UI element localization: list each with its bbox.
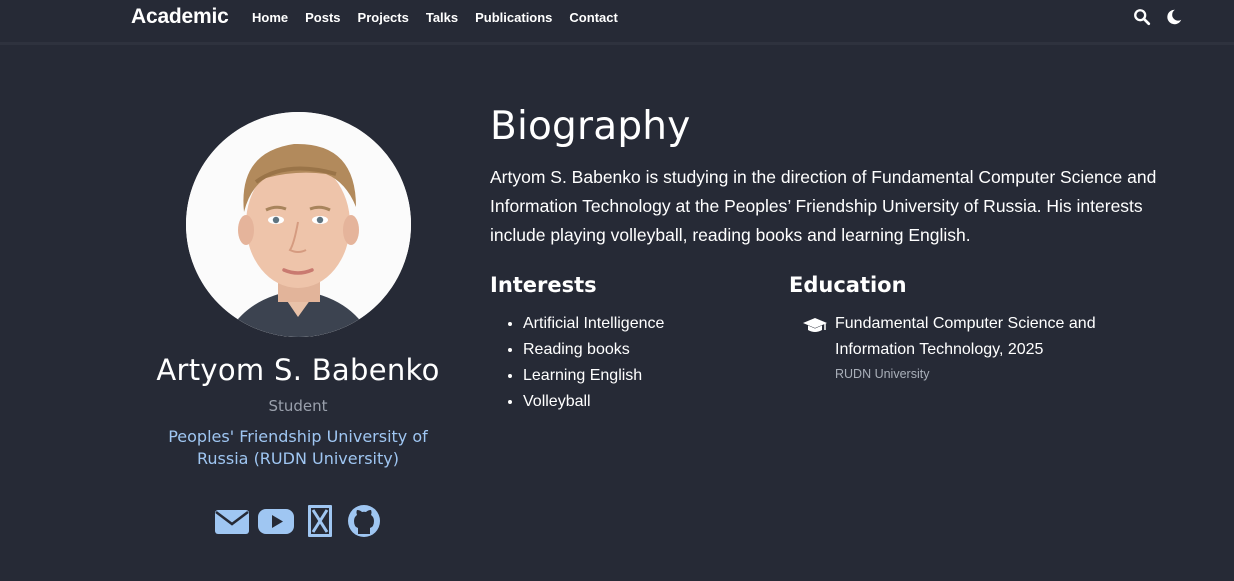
list-item: Volleyball (523, 389, 664, 415)
graduation-cap-icon (803, 317, 827, 335)
navbar: Academic Home Posts Projects Talks Publi… (0, 0, 1234, 45)
education-institution: RUDN University (835, 367, 930, 381)
nav-link-projects[interactable]: Projects (358, 10, 409, 25)
organization-link[interactable]: Peoples' Friendship University of Russia… (120, 426, 476, 470)
biography-title: Biography (490, 104, 691, 149)
nav-link-home[interactable]: Home (252, 10, 288, 25)
person-role: Student (268, 397, 328, 415)
nav-link-talks[interactable]: Talks (426, 10, 458, 25)
x-icon[interactable] (302, 504, 338, 538)
list-item: Artificial Intelligence (523, 311, 664, 337)
person-name: Artyom S. Babenko (156, 353, 440, 387)
education-title: Education (789, 273, 907, 297)
nav-links: Home Posts Projects Talks Publications C… (252, 10, 635, 25)
nav-icons (1133, 8, 1183, 26)
avatar (185, 112, 411, 337)
list-item: Learning English (523, 363, 664, 389)
education-course: Fundamental Computer Science and Informa… (835, 315, 1096, 358)
youtube-icon[interactable] (258, 504, 294, 538)
interests-list: Artificial Intelligence Reading books Le… (505, 311, 664, 415)
interests-title: Interests (490, 273, 597, 297)
nav-link-posts[interactable]: Posts (305, 10, 340, 25)
list-item: Reading books (523, 337, 664, 363)
social-links (120, 504, 476, 538)
github-icon[interactable] (346, 504, 382, 538)
nav-link-publications[interactable]: Publications (475, 10, 552, 25)
search-icon[interactable] (1133, 8, 1151, 26)
brand-logo[interactable]: Academic (131, 5, 229, 29)
profile-card: Artyom S. Babenko Student Peoples' Frien… (120, 112, 476, 538)
biography-text: Artyom S. Babenko is studying in the dir… (490, 167, 1157, 245)
nav-link-contact[interactable]: Contact (569, 10, 617, 25)
moon-icon[interactable] (1165, 8, 1183, 26)
envelope-icon[interactable] (214, 504, 250, 538)
